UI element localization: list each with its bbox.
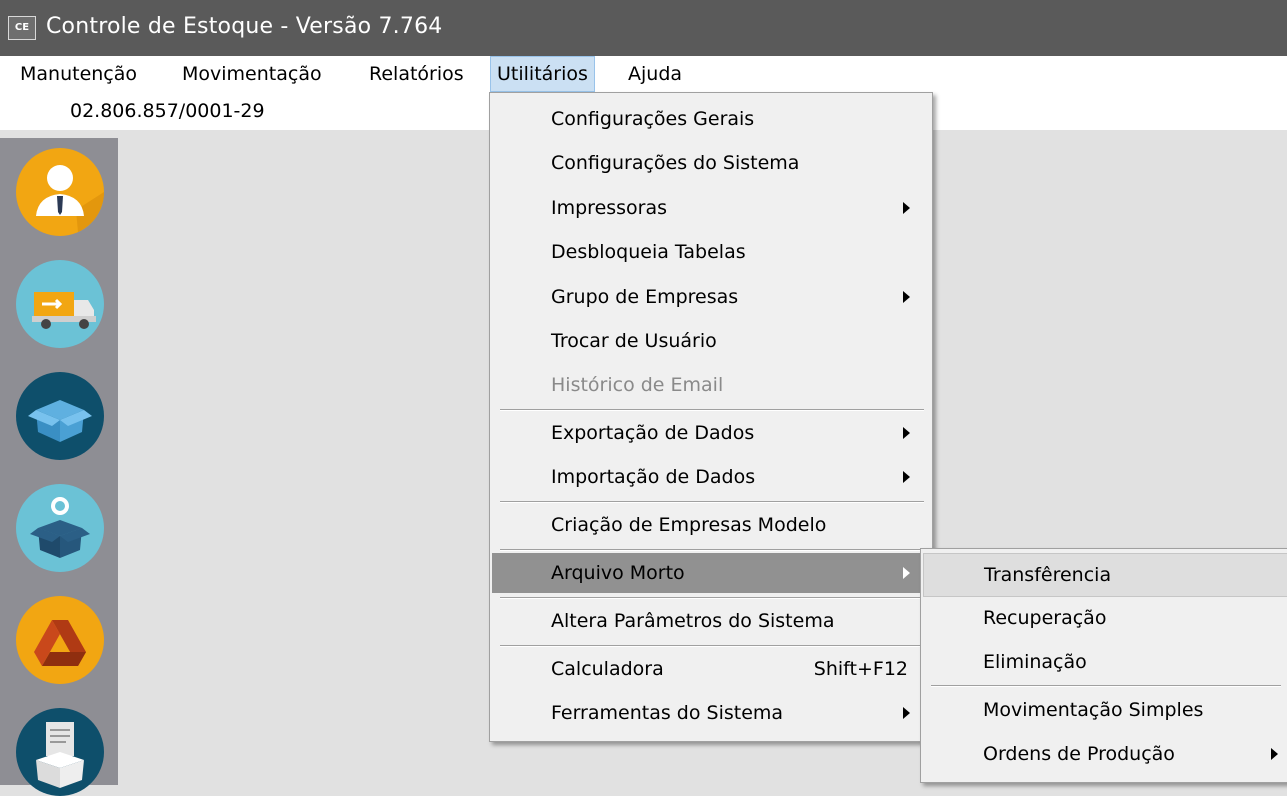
menu-separator — [500, 501, 924, 503]
menu-item-label: Arquivo Morto — [551, 562, 685, 584]
menu-separator — [931, 685, 1281, 687]
menu-item-label: Histórico de Email — [551, 374, 724, 396]
menu-relatorios[interactable]: Relatórios — [363, 56, 470, 92]
user-icon[interactable] — [16, 148, 104, 236]
menu-ajuda[interactable]: Ajuda — [622, 56, 688, 92]
menu-item-label: Configurações do Sistema — [551, 152, 800, 174]
menu-item-label: Configurações Gerais — [551, 108, 755, 130]
menu-item-impressoras[interactable]: Impressoras — [492, 188, 928, 228]
submenu-arrow-icon — [1271, 748, 1278, 760]
menu-item-label: Importação de Dados — [551, 466, 756, 488]
menu-item-historico-email: Histórico de Email — [492, 365, 928, 405]
menu-item-desbloqueia-tabelas[interactable]: Desbloqueia Tabelas — [492, 232, 928, 272]
menu-movimentacao[interactable]: Movimentação — [176, 56, 328, 92]
menu-separator — [500, 645, 924, 647]
submenu-item-recuperacao[interactable]: Recuperação — [923, 597, 1286, 639]
menu-item-trocar-usuario[interactable]: Trocar de Usuário — [492, 321, 928, 361]
document-box-icon[interactable] — [16, 708, 104, 796]
company-cnpj: 02.806.857/0001-29 — [70, 100, 265, 122]
menu-item-label: Eliminação — [983, 651, 1087, 673]
shortcut-label: Shift+F12 — [813, 658, 908, 680]
menu-item-configuracoes-sistema[interactable]: Configurações do Sistema — [492, 143, 928, 183]
box-icon[interactable] — [16, 372, 104, 460]
menu-item-configuracoes-gerais[interactable]: Configurações Gerais — [492, 99, 928, 139]
menu-item-importacao-dados[interactable]: Importação de Dados — [492, 457, 928, 497]
menu-utilitarios[interactable]: Utilitários — [490, 56, 595, 92]
menu-item-label: Calculadora — [551, 658, 664, 680]
menu-item-label: Trocar de Usuário — [551, 330, 717, 352]
submenu-item-transferencia[interactable]: Transfêrencia — [923, 553, 1287, 597]
menu-item-criacao-empresas-modelo[interactable]: Criação de Empresas Modelo — [492, 505, 928, 545]
submenu-arrow-icon — [903, 202, 910, 214]
menu-item-calculadora[interactable]: Calculadora Shift+F12 — [492, 649, 928, 689]
menu-separator — [500, 597, 924, 599]
window-title: Controle de Estoque - Versão 7.764 — [46, 14, 443, 39]
submenu-arrow-icon — [903, 567, 910, 579]
arquivo-morto-submenu: Transfêrencia Recuperação Eliminação Mov… — [920, 548, 1287, 783]
menu-item-exportacao-dados[interactable]: Exportação de Dados — [492, 413, 928, 453]
menu-separator — [500, 549, 924, 551]
box-settings-icon[interactable] — [16, 484, 104, 572]
delivery-truck-icon[interactable] — [16, 260, 104, 348]
menu-item-label: Altera Parâmetros do Sistema — [551, 610, 835, 632]
submenu-arrow-icon — [903, 471, 910, 483]
menu-item-label: Movimentação Simples — [983, 699, 1204, 721]
drive-icon[interactable] — [16, 596, 104, 684]
menu-item-label: Criação de Empresas Modelo — [551, 514, 827, 536]
title-bar: CE Controle de Estoque - Versão 7.764 — [0, 0, 1287, 56]
menu-bar: Manutenção Movimentação Relatórios Utili… — [0, 56, 1287, 92]
submenu-item-eliminacao[interactable]: Eliminação — [923, 641, 1286, 683]
submenu-arrow-icon — [903, 291, 910, 303]
menu-item-label: Desbloqueia Tabelas — [551, 241, 746, 263]
menu-item-grupo-empresas[interactable]: Grupo de Empresas — [492, 277, 928, 317]
submenu-item-ordens-producao[interactable]: Ordens de Produção — [923, 733, 1286, 775]
sidebar — [0, 138, 118, 796]
menu-item-label: Impressoras — [551, 197, 668, 219]
submenu-item-movimentacao-simples[interactable]: Movimentação Simples — [923, 689, 1286, 731]
submenu-arrow-icon — [903, 707, 910, 719]
menu-item-label: Ordens de Produção — [983, 743, 1175, 765]
submenu-arrow-icon — [903, 427, 910, 439]
menu-item-altera-parametros[interactable]: Altera Parâmetros do Sistema — [492, 601, 928, 641]
menu-item-ferramentas-sistema[interactable]: Ferramentas do Sistema — [492, 693, 928, 733]
menu-item-label: Recuperação — [983, 607, 1107, 629]
menu-item-label: Exportação de Dados — [551, 422, 755, 444]
menu-item-label: Grupo de Empresas — [551, 286, 739, 308]
menu-separator — [500, 409, 924, 411]
app-icon: CE — [8, 16, 36, 40]
utilitarios-dropdown: Configurações Gerais Configurações do Si… — [489, 92, 933, 742]
menu-item-arquivo-morto[interactable]: Arquivo Morto — [492, 553, 928, 593]
menu-item-label: Transfêrencia — [984, 564, 1112, 586]
menu-item-label: Ferramentas do Sistema — [551, 702, 784, 724]
menu-manutencao[interactable]: Manutenção — [14, 56, 143, 92]
